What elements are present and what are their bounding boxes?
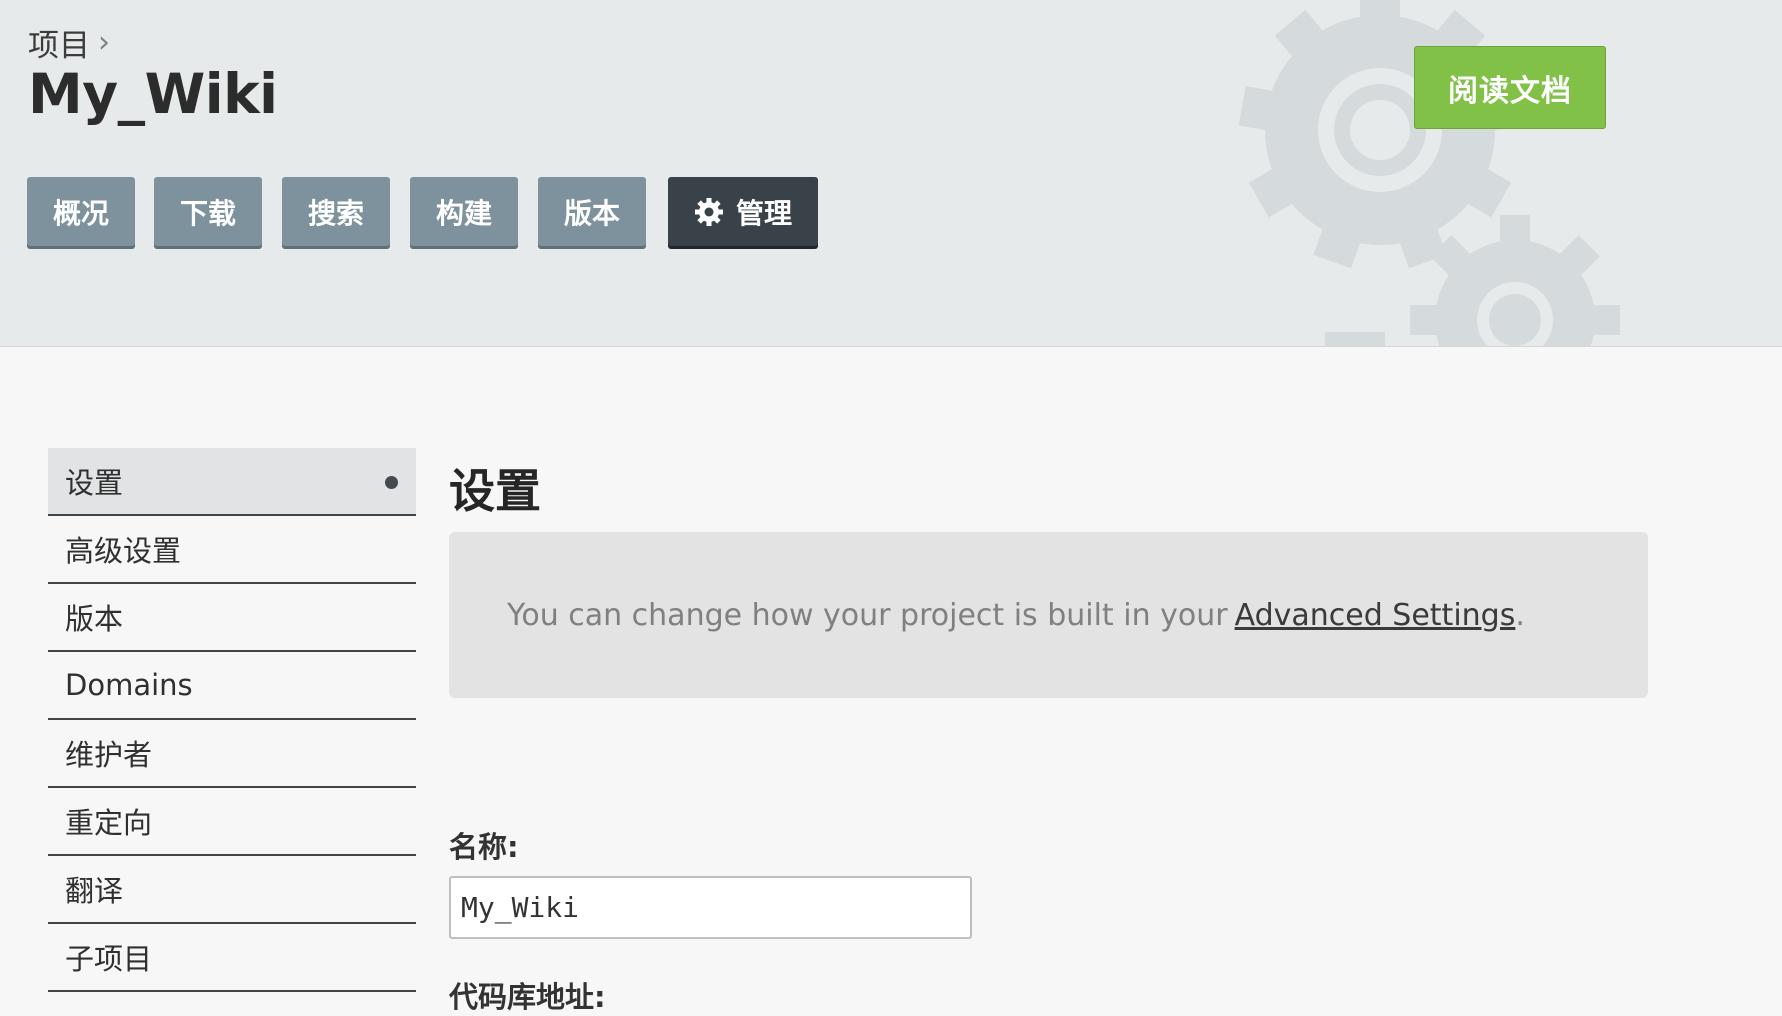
sidebar-item-settings[interactable]: 设置 [48,448,416,516]
tab-builds[interactable]: 构建 [410,177,518,246]
sidebar-item-subprojects[interactable]: 子项目 [48,924,416,992]
sidebar-item-label: 子项目 [65,942,153,976]
tab-overview[interactable]: 概况 [27,177,135,246]
sidebar-item-maintainers[interactable]: 维护者 [48,720,416,788]
chevron-right-icon: › [98,25,110,60]
sidebar-item-versions[interactable]: 版本 [48,584,416,652]
sidebar-item-label: 高级设置 [65,534,182,568]
sidebar-item-translations[interactable]: 翻译 [48,856,416,924]
sidebar-item-advanced-settings[interactable]: 高级设置 [48,516,416,584]
name-field[interactable] [449,876,972,939]
sidebar-item-label: 版本 [65,602,124,636]
sidebar-item-domains[interactable]: Domains [48,652,416,720]
name-field-label: 名称: [449,830,519,864]
sidebar-item-label: 维护者 [65,738,153,772]
gear-icon [694,197,724,227]
tab-label: 管理 [735,196,792,230]
tab-downloads[interactable]: 下载 [154,177,262,246]
advanced-settings-link[interactable]: Advanced Settings [1235,598,1516,633]
sidebar-item-label: 设置 [65,466,124,500]
tab-label: 搜索 [307,196,364,230]
sidebar-item-redirects[interactable]: 重定向 [48,788,416,856]
notice-text: You can change how your project is built… [507,597,1228,633]
sidebar-item-label: 重定向 [65,806,153,840]
project-header: 项目 › My_Wiki 阅读文档 概况 下载 搜索 构建 版本 管理 [0,0,1782,347]
settings-sidebar: 设置 高级设置 版本 Domains 维护者 重定向 翻译 子项目 [48,448,416,992]
info-notice: You can change how your project is built… [449,532,1648,698]
tab-label: 下载 [179,196,236,230]
breadcrumb-projects-link[interactable]: 项目 [28,20,90,65]
read-docs-button[interactable]: 阅读文档 [1414,46,1606,129]
tab-search[interactable]: 搜索 [282,177,390,246]
sidebar-item-label: Domains [65,668,193,702]
tab-versions[interactable]: 版本 [538,177,646,246]
page-title: 设置 [449,464,541,518]
notice-period: . [1515,597,1525,633]
active-indicator-icon [385,476,398,489]
sidebar-item-label: 翻译 [65,874,124,908]
tab-admin[interactable]: 管理 [668,177,818,246]
tab-label: 概况 [52,196,109,230]
project-title: My_Wiki [28,62,278,126]
breadcrumb: 项目 › [28,20,110,65]
tab-label: 构建 [435,196,492,230]
tab-label: 版本 [563,196,620,230]
repo-url-field-label: 代码库地址: [449,980,606,1014]
